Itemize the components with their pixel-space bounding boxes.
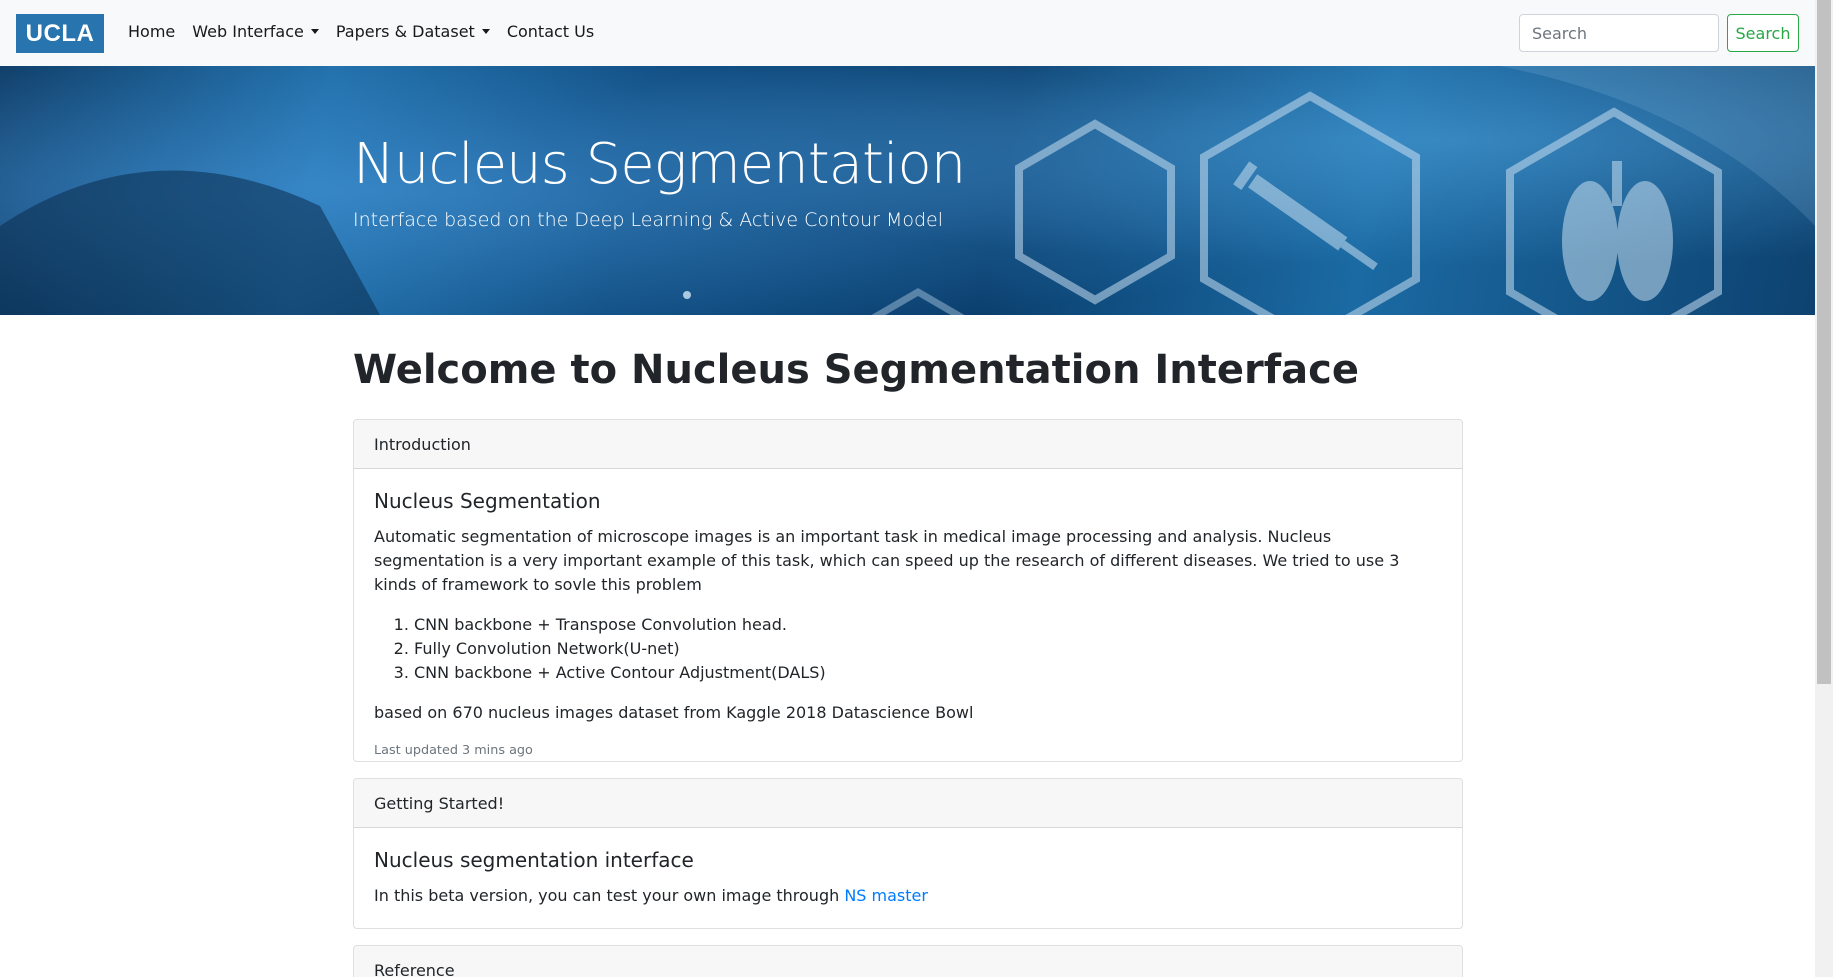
nav-home-link[interactable]: Home [128,22,175,41]
card-text-content: In this beta version, you can test your … [374,886,845,905]
last-updated-text: Last updated 3 mins ago [374,743,533,758]
ucla-logo[interactable]: UCLA [16,14,104,53]
nav-web-interface-label: Web Interface [192,22,304,41]
getting-started-card: Getting Started! Nucleus segmentation in… [353,778,1463,929]
top-navbar: UCLA Home Web Interface Papers & Dataset… [0,0,1815,66]
card-text: In this beta version, you can test your … [374,884,1442,908]
nav-contact-link[interactable]: Contact Us [507,22,594,41]
card-header: Reference [354,946,1462,977]
nav-papers-dataset-label: Papers & Dataset [335,22,475,41]
nav-web-interface-dropdown[interactable]: Web Interface [192,22,319,41]
search-input[interactable] [1519,14,1719,52]
dataset-text: based on 670 nucleus images dataset from… [374,703,974,722]
card-text: Automatic segmentation of microscope ima… [374,527,1400,594]
introduction-card: Introduction Nucleus Segmentation Automa… [353,419,1463,762]
card-title: Nucleus Segmentation [374,489,601,513]
list-item: Fully Convolution Network(U-net) [414,637,1442,661]
card-title: Nucleus segmentation interface [374,848,694,872]
card-body: Nucleus Segmentation Automatic segmentat… [354,469,1462,758]
nav-papers-dataset-dropdown[interactable]: Papers & Dataset [336,22,490,41]
hero-title: Nucleus Segmentation [353,132,966,197]
framework-list: CNN backbone + Transpose Convolution hea… [414,613,1442,685]
card-header: Introduction [354,420,1462,469]
card-header: Getting Started! [354,779,1462,828]
ns-master-link[interactable]: NS master [844,886,928,905]
page-title: Welcome to Nucleus Segmentation Interfac… [353,347,1359,393]
hero-banner: Nucleus Segmentation Interface based on … [0,66,1815,315]
hero-subtitle: Interface based on the Deep Learning & A… [353,209,944,231]
reference-card: Reference [353,945,1463,977]
list-item: CNN backbone + Active Contour Adjustment… [414,661,1442,685]
search-button[interactable]: Search [1727,14,1799,52]
nav-links: Home Web Interface Papers & Dataset Cont… [128,22,611,41]
card-body: Nucleus segmentation interface In this b… [354,828,1462,908]
nav-home-label: Home [128,22,176,41]
caret-down-icon [481,29,490,34]
caret-down-icon [310,29,319,34]
nav-contact-label: Contact Us [506,22,595,41]
page-scrollbar-thumb[interactable] [1817,0,1831,684]
list-item: CNN backbone + Transpose Convolution hea… [414,613,1442,637]
